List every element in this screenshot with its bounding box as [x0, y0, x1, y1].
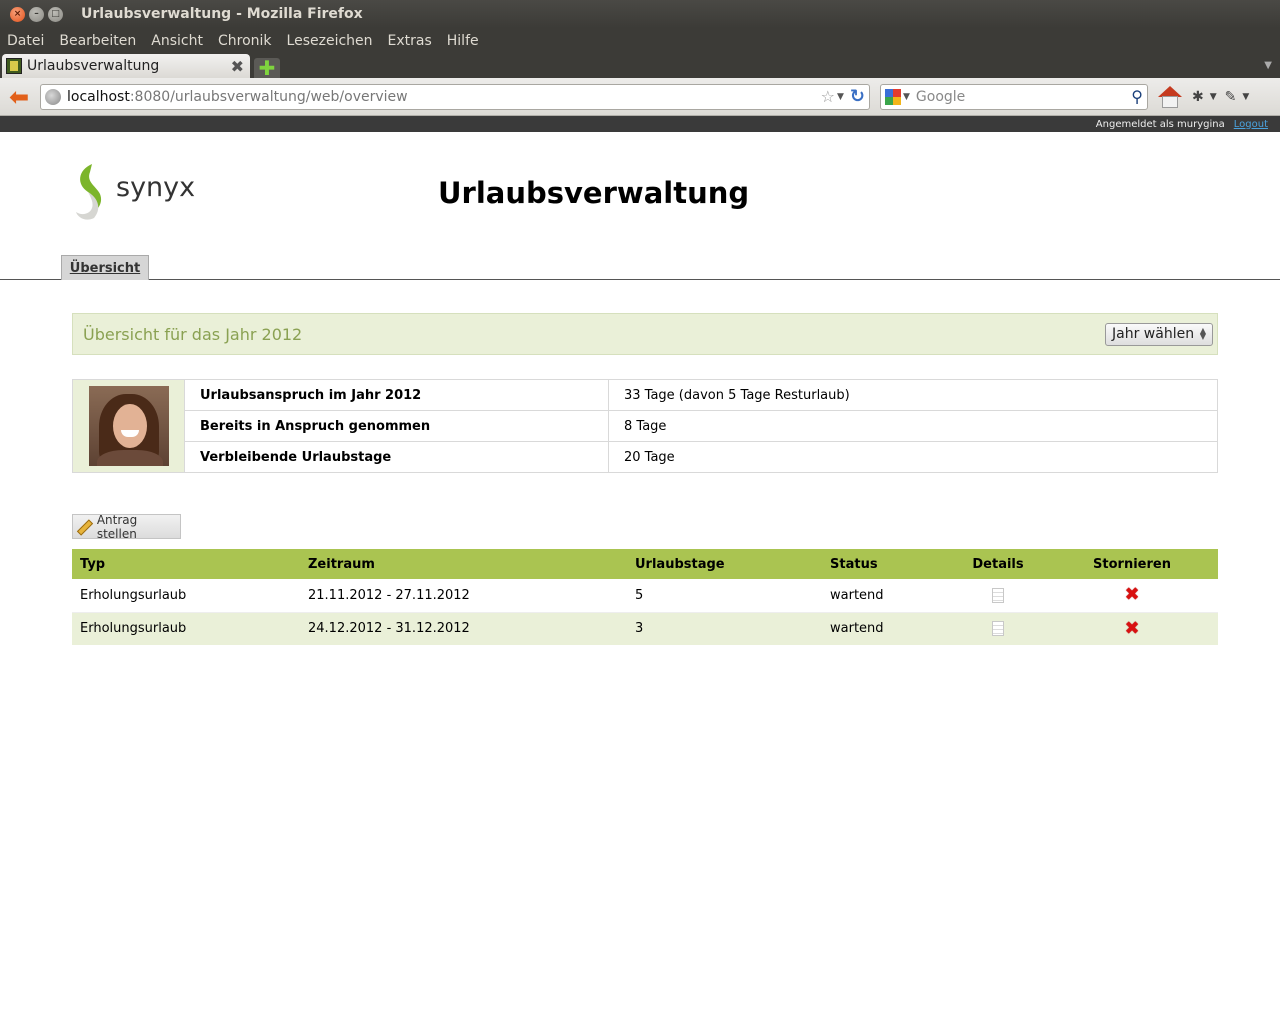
- tab-close-icon[interactable]: ✖: [231, 57, 244, 76]
- synyx-logo: synyx: [72, 162, 196, 222]
- entitlement-value: 8 Tage: [608, 410, 1218, 442]
- column-header-cancel: Stornieren: [1046, 549, 1218, 579]
- site-identity-icon[interactable]: [45, 88, 61, 105]
- back-button[interactable]: ⬅: [4, 82, 34, 112]
- menu-hilfe[interactable]: Hilfe: [447, 33, 479, 49]
- search-engine-dropdown-icon[interactable]: ▼: [903, 92, 910, 102]
- menu-bearbeiten[interactable]: Bearbeiten: [59, 33, 136, 49]
- year-heading: Übersicht für das Jahr 2012: [83, 324, 303, 344]
- select-arrows-icon: ▲ ▼: [1199, 326, 1206, 341]
- request-type: Erholungsurlaub: [72, 612, 300, 645]
- entitlement-label: Bereits in Anspruch genommen: [184, 410, 609, 442]
- request-status: wartend: [822, 579, 950, 613]
- window-close-button[interactable]: ×: [10, 6, 25, 22]
- logo-text: synyx: [116, 172, 196, 203]
- new-tab-button[interactable]: ✚: [254, 58, 280, 78]
- window-minimize-button[interactable]: –: [29, 6, 44, 22]
- window-title: Urlaubsverwaltung - Mozilla Firefox: [81, 6, 363, 22]
- column-header-details: Details: [950, 549, 1046, 579]
- synyx-s-logo-icon: [76, 164, 102, 220]
- table-header-row: Typ Zeitraum Urlaubstage Status Details …: [72, 549, 1218, 579]
- details-document-icon[interactable]: [992, 587, 1004, 603]
- entitlement-row: Bereits in Anspruch genommen 8 Tage: [73, 410, 1218, 442]
- main-navigation: Übersicht: [0, 255, 1280, 280]
- entitlement-row: Verbleibende Urlaubstage 20 Tage: [73, 441, 1218, 473]
- column-header-type: Typ: [72, 549, 300, 579]
- url-bar[interactable]: localhost:8080/urlaubsverwaltung/web/ove…: [40, 83, 870, 110]
- cancel-x-icon[interactable]: ✖: [1124, 619, 1139, 638]
- request-type: Erholungsurlaub: [72, 579, 300, 613]
- entitlement-value: 20 Tage: [608, 441, 1218, 473]
- window-maximize-button[interactable]: □: [48, 6, 63, 22]
- url-host: localhost: [67, 88, 130, 105]
- tab-label: Urlaubsverwaltung: [27, 58, 160, 74]
- tab-overview[interactable]: Übersicht: [61, 255, 149, 280]
- page-header: synyx Urlaubsverwaltung: [0, 132, 1280, 256]
- request-status: wartend: [822, 612, 950, 645]
- new-request-button[interactable]: Antrag stellen: [72, 512, 181, 541]
- home-icon[interactable]: [1158, 85, 1182, 108]
- url-path: :8080/urlaubsverwaltung/web/overview: [129, 88, 408, 105]
- table-row: Erholungsurlaub 21.11.2012 - 27.11.2012 …: [72, 579, 1218, 613]
- year-header-bar: Übersicht für das Jahr 2012 Jahr wählen …: [72, 313, 1218, 355]
- bookmark-star-icon[interactable]: ☆: [821, 87, 835, 106]
- menu-lesezeichen[interactable]: Lesezeichen: [287, 33, 373, 49]
- menu-chronik[interactable]: Chronik: [218, 33, 272, 49]
- tools-dropdown-icon[interactable]: ▼: [1242, 92, 1249, 102]
- entitlement-label: Urlaubsanspruch im Jahr 2012: [184, 379, 609, 411]
- menubar: Datei Bearbeiten Ansicht Chronik Lesezei…: [0, 28, 1280, 54]
- favicon-icon: [6, 58, 22, 74]
- navigation-toolbar: ⬅ localhost:8080/urlaubsverwaltung/web/o…: [0, 78, 1280, 116]
- logout-link[interactable]: Logout: [1234, 119, 1268, 130]
- tabbar: Urlaubsverwaltung ✖ ✚ ▼: [0, 54, 1280, 78]
- tools-icon[interactable]: ✎: [1225, 89, 1237, 105]
- cancel-x-icon[interactable]: ✖: [1124, 586, 1139, 604]
- avatar: [88, 386, 169, 466]
- user-status-bar: Angemeldet als murygina Logout: [0, 116, 1280, 132]
- column-header-days: Urlaubstage: [627, 549, 822, 579]
- window-titlebar: × – □ Urlaubsverwaltung - Mozilla Firefo…: [0, 0, 1280, 28]
- request-days: 3: [627, 612, 822, 645]
- user-photo-cell: [72, 379, 185, 473]
- google-engine-icon[interactable]: [885, 88, 901, 105]
- new-request-label: Antrag stellen: [96, 512, 138, 541]
- entitlement-value: 33 Tage (davon 5 Tage Resturlaub): [608, 379, 1218, 411]
- entitlement-row: Urlaubsanspruch im Jahr 2012 33 Tage (da…: [72, 379, 1218, 473]
- vacation-requests-table: Typ Zeitraum Urlaubstage Status Details …: [72, 549, 1218, 645]
- url-history-dropdown-icon[interactable]: ▼: [837, 92, 844, 102]
- entitlement-label: Verbleibende Urlaubstage: [184, 441, 609, 473]
- menu-extras[interactable]: Extras: [388, 33, 432, 49]
- menu-datei[interactable]: Datei: [7, 33, 44, 49]
- logged-in-text: Angemeldet als murygina: [1095, 118, 1225, 130]
- details-document-icon[interactable]: [992, 621, 1004, 637]
- year-select[interactable]: Jahr wählen ▲ ▼: [1105, 322, 1213, 346]
- browser-tab-active[interactable]: Urlaubsverwaltung ✖: [2, 54, 250, 78]
- request-period: 24.12.2012 - 31.12.2012: [300, 612, 627, 645]
- vacation-entitlement-table: Urlaubsanspruch im Jahr 2012 33 Tage (da…: [72, 379, 1218, 473]
- search-bar[interactable]: ▼ Google ⚲: [880, 83, 1148, 110]
- column-header-period: Zeitraum: [300, 549, 627, 579]
- column-header-status: Status: [822, 549, 950, 579]
- firebug-dropdown-icon[interactable]: ▼: [1210, 92, 1217, 102]
- search-input[interactable]: Google: [916, 89, 1131, 105]
- pencil-icon: [77, 520, 91, 534]
- request-days: 5: [627, 579, 822, 613]
- year-select-label: Jahr wählen: [1112, 326, 1195, 342]
- page-title: Urlaubsverwaltung: [438, 176, 750, 210]
- tab-list-icon[interactable]: ▼: [1264, 60, 1272, 71]
- search-magnifier-icon[interactable]: ⚲: [1131, 87, 1143, 106]
- table-row: Erholungsurlaub 24.12.2012 - 31.12.2012 …: [72, 612, 1218, 645]
- menu-ansicht[interactable]: Ansicht: [151, 33, 203, 49]
- request-period: 21.11.2012 - 27.11.2012: [300, 579, 627, 613]
- firebug-icon[interactable]: ✱: [1192, 89, 1204, 105]
- reload-icon[interactable]: ↻: [850, 86, 865, 107]
